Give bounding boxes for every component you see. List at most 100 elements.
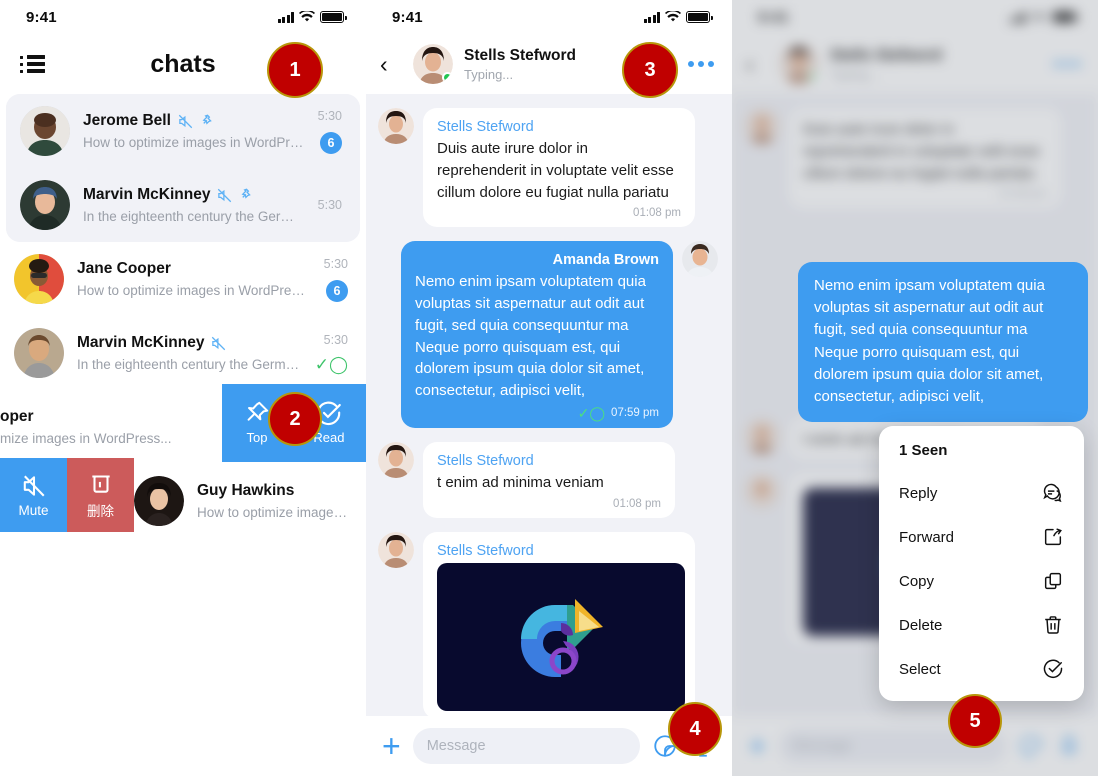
list-item[interactable]: Marvin McKinney In the eighteenth centur… <box>0 316 366 390</box>
battery-icon <box>320 11 347 23</box>
screenshot-stage: 9:41 chats Jerome Bell How to optimize i… <box>0 0 1098 776</box>
trash-icon <box>91 475 110 493</box>
message-bubble[interactable]: Amanda Brown Nemo enim ipsam voluptatem … <box>401 241 673 428</box>
list-item-meta: 5:30 ✓◯ <box>315 333 348 373</box>
unread-badge: 6 <box>320 131 342 154</box>
status-bar: 9:41 <box>0 0 366 34</box>
avatar <box>20 180 70 230</box>
message-meta: ✓◯ 07:59 pm <box>415 406 659 420</box>
message-sender: Stells Stefword <box>437 119 534 135</box>
seen-count-label: 1 Seen <box>899 442 948 459</box>
mute-icon <box>23 475 44 496</box>
pin-icon <box>202 114 212 125</box>
battery-icon <box>686 11 713 23</box>
mute-icon <box>212 336 226 350</box>
message-preview: In the eighteenth century the German phi… <box>83 209 305 224</box>
message-bubble[interactable]: Stells Stefword <box>423 531 695 719</box>
swipe-action-top[interactable]: Top <box>243 400 270 445</box>
mute-icon <box>178 114 193 128</box>
list-item-meta: 5:30 6 <box>318 109 342 154</box>
message-preview: mize images in WordPress... <box>0 431 172 446</box>
message-preview: In the eighteenth century the German phi… <box>77 357 302 372</box>
contact-name: oper <box>0 408 34 425</box>
phone-panel-chats: 9:41 chats Jerome Bell How to optimize i… <box>0 0 366 776</box>
list-item[interactable]: Jane Cooper How to optimize images in Wo… <box>0 242 366 316</box>
list-item[interactable]: Jerome Bell How to optimize images in Wo… <box>6 94 360 168</box>
list-item-content: Marvin McKinney In the eighteenth centur… <box>83 186 305 224</box>
message-preview: How to optimize images in WordPress for.… <box>77 283 311 298</box>
list-item-content: Guy Hawkins How to optimize images in W <box>197 482 348 520</box>
message-text: t enim ad minima veniam <box>437 473 604 491</box>
message-time: 07:59 pm <box>611 406 659 419</box>
menu-item-label: Copy <box>899 572 935 590</box>
trash-icon <box>1045 616 1061 634</box>
contact-name: Jerome Bell <box>83 112 171 129</box>
avatar <box>378 531 414 568</box>
swipe-action-label: 删除 <box>87 504 114 519</box>
swipe-action-mute[interactable]: Mute <box>0 458 67 532</box>
list-menu-icon[interactable] <box>20 55 46 73</box>
avatar <box>134 476 184 526</box>
message-meta: 01:08 pm <box>437 498 661 510</box>
unread-badge: 6 <box>326 279 348 302</box>
menu-item-reply[interactable]: Reply <box>879 471 1084 515</box>
message-row: Stells Stefword <box>378 531 718 719</box>
avatar <box>378 441 414 478</box>
message-preview: How to optimize images in WordPress for.… <box>83 135 305 150</box>
message-text: Duis aute irure dolor in reprehenderit i… <box>437 140 674 201</box>
pin-icon <box>248 401 269 421</box>
check-circle-icon <box>1043 659 1063 679</box>
menu-item-copy[interactable]: Copy <box>879 559 1084 603</box>
avatar <box>14 254 64 304</box>
status-time: 9:41 <box>392 8 423 26</box>
message-input[interactable]: Message <box>412 728 640 764</box>
focused-message-bubble[interactable]: Nemo enim ipsam voluptatem quia voluptas… <box>798 262 1088 423</box>
list-item[interactable]: Marvin McKinney In the eighteenth centur… <box>6 168 360 242</box>
swipe-action-label: Top <box>246 429 268 445</box>
callout-badge-3: 3 <box>622 42 678 98</box>
list-item-content: Jane Cooper How to optimize images in Wo… <box>77 260 311 298</box>
message-meta: 01:08 pm <box>437 207 681 219</box>
timestamp: 5:30 <box>323 256 348 271</box>
contact-name: Jane Cooper <box>77 260 171 277</box>
phone-panel-context-menu: 9:41 ‹ Stells Stefword Typing... Duis au… <box>732 0 1098 776</box>
avatar <box>682 241 718 278</box>
message-bubble[interactable]: Stells Stefword Duis aute irure dolor in… <box>423 108 695 228</box>
timestamp: 5:30 <box>317 108 342 123</box>
callout-badge-4: 4 <box>668 702 722 756</box>
menu-item-select[interactable]: Select <box>879 647 1084 691</box>
read-receipt-icon: ✓◯ <box>314 355 348 374</box>
list-item-content: Marvin McKinney In the eighteenth centur… <box>77 334 302 372</box>
plus-icon[interactable]: + <box>382 730 401 762</box>
list-item-content: oper mize images in WordPress... <box>0 408 230 446</box>
avatar[interactable] <box>413 44 453 84</box>
callout-badge-2: 2 <box>268 392 322 446</box>
callout-badge-5: 5 <box>948 694 1002 748</box>
pin-icon <box>242 188 252 199</box>
list-item-content: Jerome Bell How to optimize images in Wo… <box>83 112 305 150</box>
list-item-meta: 5:30 6 <box>324 257 348 302</box>
message-thread: Stells Stefword Duis aute irure dolor in… <box>366 94 732 776</box>
chevron-left-icon[interactable]: ‹ <box>380 52 402 76</box>
message-preview: How to optimize images in W <box>197 505 348 520</box>
timestamp: 5:30 <box>323 333 348 347</box>
menu-item-delete[interactable]: Delete <box>879 603 1084 647</box>
message-row: Stells Stefword t enim ad minima veniam … <box>378 441 718 518</box>
menu-item-label: Select <box>899 660 941 678</box>
timestamp: 5:30 <box>317 198 342 212</box>
phone-panel-conversation: 9:41 ‹ Stells Stefword Typing... Stells … <box>366 0 732 776</box>
reply-bubble-icon <box>1043 483 1062 503</box>
swipe-action-delete[interactable]: 删除 <box>67 458 134 532</box>
menu-item-forward[interactable]: Forward <box>879 515 1084 559</box>
mute-icon <box>218 188 232 202</box>
read-receipt-icon: ✓◯ <box>577 404 606 421</box>
more-horizontal-icon[interactable] <box>688 61 714 67</box>
message-sender: Stells Stefword <box>437 542 534 559</box>
message-bubble[interactable]: Stells Stefword t enim ad minima veniam … <box>423 441 675 518</box>
image-attachment[interactable] <box>437 562 685 711</box>
avatar <box>14 328 64 378</box>
status-indicators <box>277 11 347 23</box>
status-bar: 9:41 <box>366 0 732 34</box>
menu-item-label: Reply <box>899 484 938 502</box>
message-row: Amanda Brown Nemo enim ipsam voluptatem … <box>378 241 718 428</box>
